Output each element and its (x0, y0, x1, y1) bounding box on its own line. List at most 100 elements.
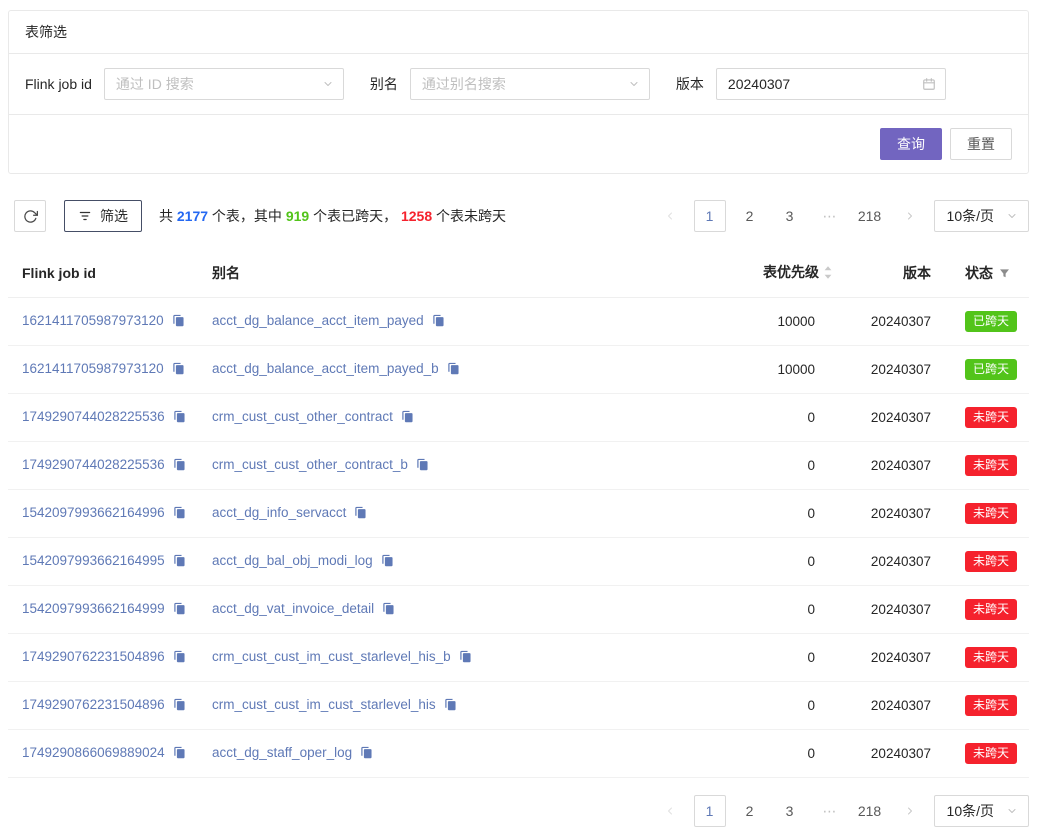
pagination-page-2[interactable]: 2 (734, 795, 766, 827)
version-input[interactable] (717, 69, 945, 99)
pagination-page-218[interactable]: 218 (854, 795, 886, 827)
copy-icon[interactable] (173, 698, 186, 714)
column-priority[interactable]: 表优先级 (725, 248, 843, 298)
version-date-picker[interactable] (716, 68, 946, 100)
version-value: 20240307 (843, 490, 947, 538)
flink-job-id-input[interactable] (105, 69, 343, 99)
query-button[interactable]: 查询 (880, 128, 942, 160)
table-header-row: Flink job id 别名 表优先级 版本 状态 (8, 248, 1029, 298)
column-status[interactable]: 状态 (947, 248, 1029, 298)
page-size-select[interactable]: 10条/页 (934, 795, 1029, 827)
alias-input[interactable] (411, 69, 649, 99)
column-status-label: 状态 (965, 265, 993, 281)
priority-value: 0 (725, 730, 843, 778)
alias-link[interactable]: crm_cust_cust_other_contract (212, 409, 393, 424)
column-filter-icon[interactable] (999, 266, 1010, 282)
alias-link[interactable]: crm_cust_cust_im_cust_starlevel_his_b (212, 649, 451, 664)
filter-panel: 表筛选 Flink job id 别名 (8, 10, 1029, 174)
pagination: 123⋯218 10条/页 (654, 795, 1029, 827)
copy-icon[interactable] (354, 506, 367, 522)
pagination-next[interactable] (894, 200, 926, 232)
flink-job-id-link[interactable]: 1749290866069889024 (22, 745, 165, 760)
flink-job-id-link[interactable]: 1542097993662164999 (22, 601, 165, 616)
version-value: 20240307 (843, 586, 947, 634)
version-value: 20240307 (843, 682, 947, 730)
alias-link[interactable]: acct_dg_bal_obj_modi_log (212, 553, 373, 568)
page-size-label: 10条/页 (947, 206, 994, 226)
table-body: 1621411705987973120 acct_dg_balance_acct… (8, 298, 1029, 778)
alias-link[interactable]: acct_dg_staff_oper_log (212, 745, 352, 760)
copy-icon[interactable] (382, 602, 395, 618)
pagination-page-2[interactable]: 2 (734, 200, 766, 232)
pagination-ellipsis: ⋯ (814, 795, 846, 827)
copy-icon[interactable] (172, 314, 185, 330)
priority-value: 0 (725, 682, 843, 730)
filter-button[interactable]: 筛选 (64, 200, 142, 232)
flink-job-id-link[interactable]: 1749290762231504896 (22, 697, 165, 712)
pagination-page-1[interactable]: 1 (694, 200, 726, 232)
copy-icon[interactable] (172, 362, 185, 378)
copy-icon[interactable] (401, 410, 414, 426)
status-badge: 已跨天 (965, 311, 1017, 332)
pagination-page-3[interactable]: 3 (774, 795, 806, 827)
copy-icon[interactable] (173, 410, 186, 426)
pagination-page-218[interactable]: 218 (854, 200, 886, 232)
pagination-prev[interactable] (654, 795, 686, 827)
copy-icon[interactable] (173, 554, 186, 570)
copy-icon[interactable] (173, 506, 186, 522)
flink-job-id-select[interactable] (104, 68, 344, 100)
pagination-ellipsis: ⋯ (814, 200, 846, 232)
refresh-button[interactable] (14, 200, 46, 232)
version-value: 20240307 (843, 346, 947, 394)
version-value: 20240307 (843, 730, 947, 778)
alias-link[interactable]: crm_cust_cust_other_contract_b (212, 457, 408, 472)
copy-icon[interactable] (360, 746, 373, 762)
copy-icon[interactable] (173, 458, 186, 474)
priority-value: 0 (725, 394, 843, 442)
flink-job-id-link[interactable]: 1749290744028225536 (22, 457, 165, 472)
tables-table: Flink job id 别名 表优先级 版本 状态 1621411705987… (8, 248, 1029, 778)
summary-total-count: 2177 (177, 208, 208, 224)
pagination-next[interactable] (894, 795, 926, 827)
alias-link[interactable]: acct_dg_vat_invoice_detail (212, 601, 374, 616)
filter-fields-row: Flink job id 别名 版本 (9, 54, 1028, 115)
summary-uncrossed-count: 1258 (401, 208, 432, 224)
flink-job-id-link[interactable]: 1621411705987973120 (22, 313, 164, 328)
sort-icon[interactable] (823, 265, 833, 283)
pagination-prev[interactable] (654, 200, 686, 232)
copy-icon[interactable] (381, 554, 394, 570)
reset-button[interactable]: 重置 (950, 128, 1012, 160)
copy-icon[interactable] (447, 362, 460, 378)
alias-link[interactable]: crm_cust_cust_im_cust_starlevel_his (212, 697, 436, 712)
pagination-page-3[interactable]: 3 (774, 200, 806, 232)
copy-icon[interactable] (173, 650, 186, 666)
flink-job-id-link[interactable]: 1542097993662164996 (22, 505, 165, 520)
copy-icon[interactable] (416, 458, 429, 474)
flink-job-id-link[interactable]: 1542097993662164995 (22, 553, 165, 568)
version-value: 20240307 (843, 394, 947, 442)
alias-link[interactable]: acct_dg_balance_acct_item_payed (212, 313, 424, 328)
page-size-label: 10条/页 (947, 801, 994, 821)
flink-job-id-label: Flink job id (25, 76, 92, 92)
copy-icon[interactable] (173, 746, 186, 762)
flink-job-id-link[interactable]: 1749290762231504896 (22, 649, 165, 664)
summary-part: 共 (159, 208, 177, 224)
alias-link[interactable]: acct_dg_balance_acct_item_payed_b (212, 361, 439, 376)
pagination-page-1[interactable]: 1 (694, 795, 726, 827)
version-value: 20240307 (843, 298, 947, 346)
page-size-select[interactable]: 10条/页 (934, 200, 1029, 232)
alias-select[interactable] (410, 68, 650, 100)
flink-job-id-link[interactable]: 1749290744028225536 (22, 409, 165, 424)
copy-icon[interactable] (444, 698, 457, 714)
copy-icon[interactable] (173, 602, 186, 618)
status-badge: 未跨天 (965, 455, 1017, 476)
toolbar: 筛选 共 2177 个表，其中 919 个表已跨天， 1258 个表未跨天 12… (14, 200, 1029, 232)
alias-link[interactable]: acct_dg_info_servacct (212, 505, 346, 520)
flink-job-id-link[interactable]: 1621411705987973120 (22, 361, 164, 376)
status-badge: 未跨天 (965, 743, 1017, 764)
copy-icon[interactable] (459, 650, 472, 666)
status-badge: 未跨天 (965, 599, 1017, 620)
copy-icon[interactable] (432, 314, 445, 330)
column-priority-label: 表优先级 (763, 264, 819, 280)
priority-value: 0 (725, 490, 843, 538)
